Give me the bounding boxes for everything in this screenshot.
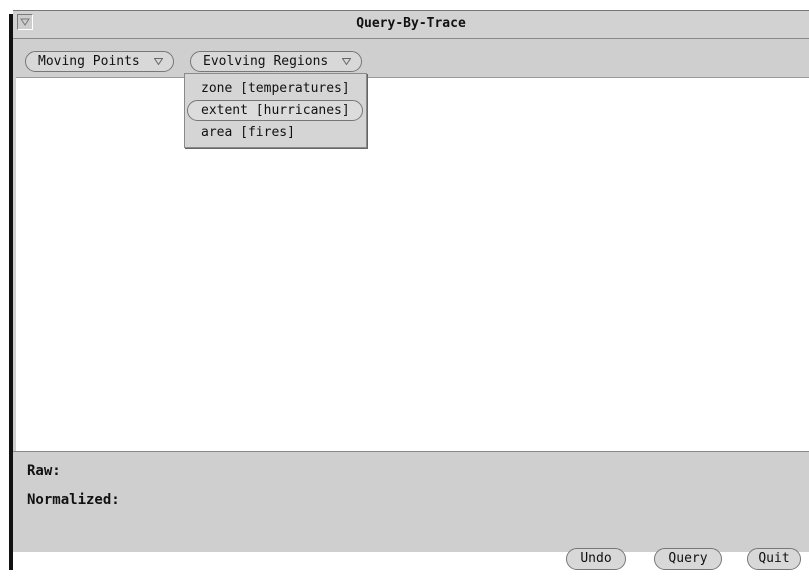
moving-points-menu-button[interactable]: Moving Points <box>25 51 174 72</box>
moving-points-label: Moving Points <box>38 54 140 69</box>
title-bar: Query-By-Trace <box>13 10 809 39</box>
query-by-trace-window: Query-By-Trace Moving Points Evolving Re… <box>13 10 809 552</box>
dropdown-item-area-fires[interactable]: area [fires] <box>187 122 363 143</box>
evolving-regions-dropdown: zone [temperatures] extent [hurricanes] … <box>184 73 367 148</box>
bottom-panel: Raw: Normalized: <box>13 451 809 552</box>
trace-drawing-canvas[interactable] <box>16 77 809 451</box>
control-bar: Moving Points Evolving Regions <box>13 39 809 77</box>
chevron-down-icon <box>153 52 164 71</box>
quit-button[interactable]: Quit <box>747 548 801 570</box>
undo-button[interactable]: Undo <box>566 548 626 570</box>
chevron-down-icon <box>341 52 352 71</box>
dropdown-item-extent-hurricanes[interactable]: extent [hurricanes] <box>187 100 363 121</box>
evolving-regions-menu-button[interactable]: Evolving Regions <box>190 51 363 72</box>
normalized-label: Normalized: <box>27 492 120 508</box>
query-button[interactable]: Query <box>654 548 722 570</box>
window-title: Query-By-Trace <box>356 16 466 31</box>
dropdown-item-zone-temperatures[interactable]: zone [temperatures] <box>187 78 363 99</box>
raw-label: Raw: <box>27 463 61 479</box>
evolving-regions-label: Evolving Regions <box>203 54 329 69</box>
title-top-line <box>13 10 809 11</box>
